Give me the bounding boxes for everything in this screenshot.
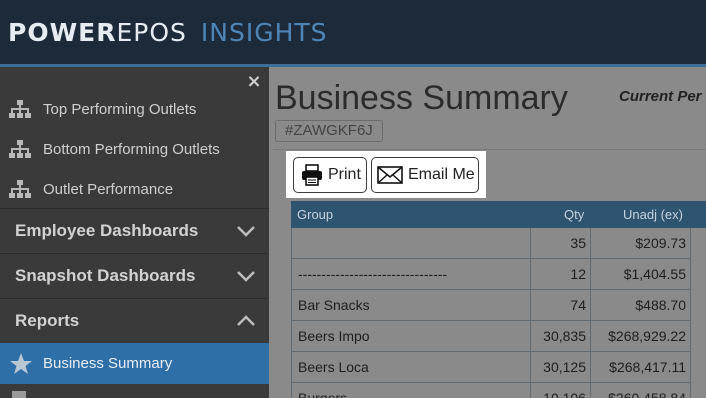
column-header-group: Group: [297, 207, 334, 222]
email-me-button[interactable]: Email Me: [371, 157, 479, 193]
logo-insights-text: INSIGHTS: [200, 17, 328, 47]
cell-unadj: $209.73: [591, 228, 691, 259]
report-actions: Print Email Me: [286, 151, 486, 198]
sidebar-item-bottom-performing-outlets[interactable]: Bottom Performing Outlets: [0, 129, 269, 169]
star-icon: [8, 351, 34, 377]
sidebar-section-reports[interactable]: Reports: [0, 298, 269, 342]
table-header: Group Qty Unadj (ex): [291, 201, 706, 228]
cell-unadj: $488.70: [591, 290, 691, 321]
sidebar-section-label: Reports: [15, 310, 80, 330]
table-row: Bar Snacks 74 $488.70: [291, 290, 706, 321]
printer-icon: [301, 164, 323, 186]
page-title: Business Summary: [275, 79, 568, 117]
cell-qty: 10,106: [531, 383, 591, 398]
logo-power-text: POWER: [8, 17, 117, 47]
table-row: Burgers 10,106 $260,458.84: [291, 383, 706, 398]
cell-qty: 30,125: [531, 352, 591, 383]
chevron-down-icon: [235, 265, 257, 287]
cell-group: Burgers: [291, 383, 531, 398]
sidebar-item-business-summary[interactable]: Business Summary: [0, 343, 269, 384]
chevron-down-icon: [235, 220, 257, 242]
sidebar-item-label: Outlet Performance: [43, 180, 174, 198]
print-button-label: Print: [328, 166, 361, 183]
title-divider: [273, 149, 706, 150]
main-content: Business Summary Current Per #ZAWGKF6J G…: [269, 67, 706, 398]
cell-qty: 12: [531, 259, 591, 290]
cell-qty: 35: [531, 228, 591, 259]
table-row: 35 $209.73: [291, 228, 706, 259]
org-chart-icon: [9, 138, 31, 160]
top-bar: POWER EPOS INSIGHTS: [0, 0, 706, 64]
logo-epos-text: EPOS: [116, 17, 187, 47]
table-row: -------------------------------- 12 $1,4…: [291, 259, 706, 290]
sidebar-item-top-performing-outlets[interactable]: Top Performing Outlets: [0, 89, 269, 129]
report-code-badge: #ZAWGKF6J: [275, 120, 383, 142]
table-row: Beers Loca 30,125 $268,417.11: [291, 352, 706, 383]
sidebar-section-label: Snapshot Dashboards: [15, 265, 196, 285]
sidebar-item-label: Bottom Performing Outlets: [43, 140, 220, 158]
sidebar-item-label: Top Performing Outlets: [43, 100, 197, 118]
chevron-up-icon: [235, 310, 257, 332]
print-button[interactable]: Print: [293, 157, 367, 193]
cell-group: Beers Loca: [291, 352, 531, 383]
app-logo: POWER EPOS INSIGHTS: [8, 14, 328, 50]
cell-group: --------------------------------: [291, 259, 531, 290]
column-header-qty: Qty: [564, 207, 585, 222]
sidebar-section-snapshot-dashboards[interactable]: Snapshot Dashboards: [0, 253, 269, 297]
cell-unadj: $268,417.11: [591, 352, 691, 383]
cell-group: Beers Impo: [291, 321, 531, 352]
sidebar-section-employee-dashboards[interactable]: Employee Dashboards: [0, 208, 269, 252]
sidebar-next-item-icon: [12, 391, 26, 398]
org-chart-icon: [9, 98, 31, 120]
cell-unadj: $260,458.84: [591, 383, 691, 398]
current-period-label: Current Per: [619, 88, 702, 105]
column-header-unadj: Unadj (ex): [623, 207, 683, 222]
cell-qty: 74: [531, 290, 591, 321]
email-me-button-label: Email Me: [408, 166, 475, 183]
sidebar-item-label: Business Summary: [43, 355, 173, 372]
cell-group: [291, 228, 531, 259]
org-chart-icon: [9, 178, 31, 200]
cell-qty: 30,835: [531, 321, 591, 352]
cell-group: Bar Snacks: [291, 290, 531, 321]
cell-unadj: $268,929.22: [591, 321, 691, 352]
table-row: Beers Impo 30,835 $268,929.22: [291, 321, 706, 352]
sidebar-section-label: Employee Dashboards: [15, 220, 199, 240]
envelope-icon: [377, 165, 403, 185]
sidebar-item-outlet-performance[interactable]: Outlet Performance: [0, 169, 269, 209]
cell-unadj: $1,404.55: [591, 259, 691, 290]
